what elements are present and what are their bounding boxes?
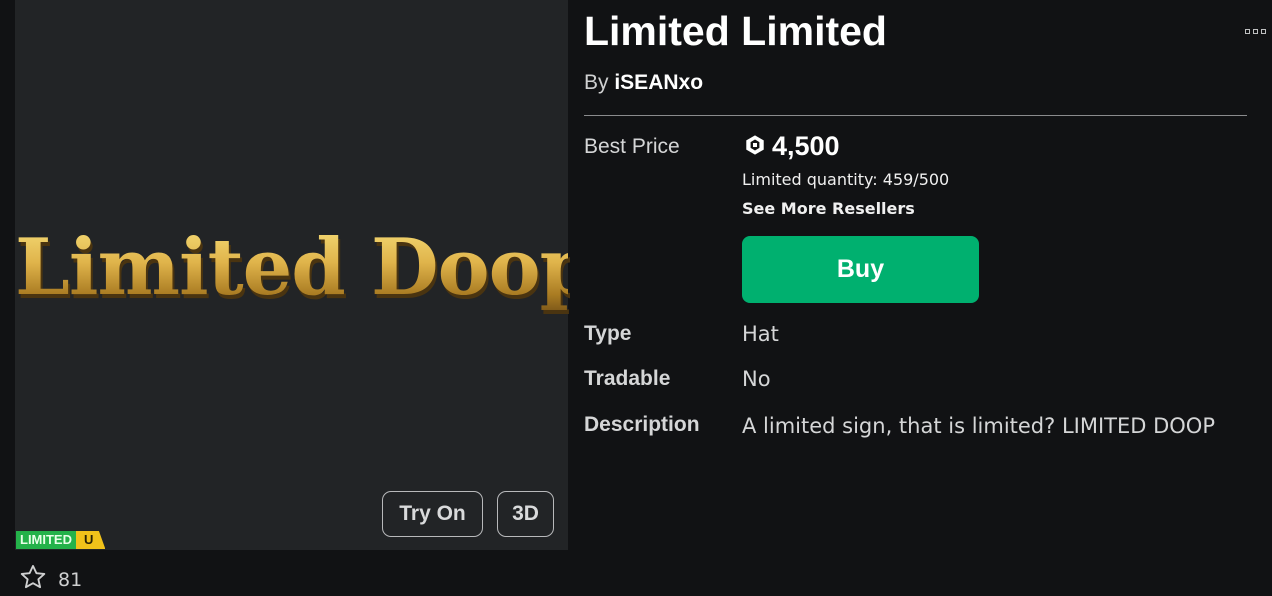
price-display: 4,500	[744, 131, 840, 162]
type-value: Hat	[742, 322, 779, 346]
try-on-button[interactable]: Try On	[382, 491, 483, 537]
type-label: Type	[584, 322, 632, 345]
more-options-icon[interactable]	[1245, 29, 1266, 34]
robux-icon	[744, 134, 766, 160]
best-price-label: Best Price	[584, 135, 680, 158]
limited-badge-label: LIMITED	[16, 531, 76, 549]
thumbnail-artwork-text: Limited Doop	[15, 222, 594, 313]
unique-badge-label: U	[76, 531, 106, 549]
item-title: Limited Limited	[584, 8, 887, 54]
buy-button[interactable]: Buy	[742, 236, 979, 303]
star-icon[interactable]	[18, 563, 48, 596]
item-thumbnail: Limited Doop Try On 3D	[15, 0, 594, 550]
creator-link[interactable]: iSEANxo	[614, 71, 703, 94]
description-value: A limited sign, that is limited? LIMITED…	[742, 414, 1216, 438]
3d-view-button[interactable]: 3D	[497, 491, 554, 537]
tradable-value: No	[742, 367, 771, 391]
price-value: 4,500	[772, 131, 840, 161]
tradable-label: Tradable	[584, 367, 671, 390]
description-label: Description	[584, 413, 700, 436]
limited-u-badge: LIMITED U	[16, 531, 106, 549]
creator-byline: By iSEANxo	[584, 71, 703, 95]
see-more-resellers-link[interactable]: See More Resellers	[742, 199, 915, 218]
header-divider	[584, 115, 1247, 116]
limited-quantity: Limited quantity: 459/500	[742, 170, 950, 189]
by-prefix: By	[584, 71, 615, 94]
favorite-control[interactable]: 81	[18, 563, 82, 596]
favorite-count: 81	[58, 568, 83, 591]
